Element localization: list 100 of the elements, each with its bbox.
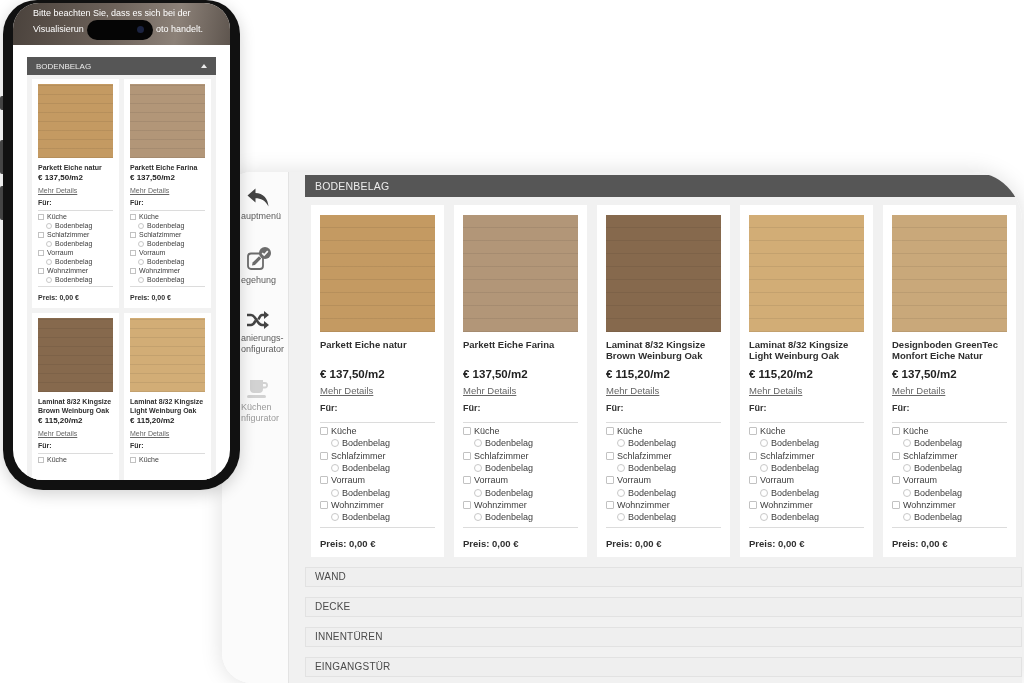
product-price: € 115,20/m2 bbox=[606, 367, 671, 381]
room-label: Vorraum bbox=[903, 474, 937, 487]
checkbox[interactable] bbox=[892, 427, 900, 436]
option-label: Bodenbelag bbox=[628, 437, 677, 450]
option-label: Bodenbelag bbox=[342, 511, 391, 524]
sidebar-link[interactable]: auptmenü bbox=[241, 188, 282, 222]
details-link[interactable]: Mehr Details bbox=[320, 385, 374, 396]
radio-button[interactable] bbox=[760, 513, 768, 522]
radio-button[interactable] bbox=[617, 513, 625, 522]
product-price: € 137,50/m2 bbox=[320, 367, 386, 381]
room-label: Küche bbox=[760, 425, 786, 438]
radio-button[interactable] bbox=[331, 464, 339, 473]
radio-button[interactable] bbox=[474, 488, 482, 497]
room-label: Küche bbox=[617, 425, 643, 438]
details-link[interactable]: Mehr Details bbox=[463, 385, 517, 396]
price-total: Preis: 0,00 € bbox=[320, 537, 377, 552]
checkbox[interactable] bbox=[130, 249, 136, 256]
room-label: Küche bbox=[331, 425, 357, 438]
details-link[interactable]: Mehr Details bbox=[606, 385, 660, 396]
room-label: Wohnzimmer bbox=[474, 498, 527, 511]
room-label: Schlafzimmer bbox=[474, 449, 529, 462]
radio-button[interactable] bbox=[138, 222, 144, 229]
radio-button[interactable] bbox=[474, 464, 482, 473]
accordion-header[interactable]: DECKE bbox=[305, 597, 1022, 618]
product-price: € 137,50/m2 bbox=[38, 173, 84, 183]
accordion-header[interactable]: BODENBELAG bbox=[27, 57, 216, 75]
radio-button[interactable] bbox=[138, 276, 144, 283]
radio-button[interactable] bbox=[903, 439, 911, 448]
radio-button[interactable] bbox=[617, 439, 625, 448]
radio-button[interactable] bbox=[331, 513, 339, 522]
room-label: Wohnzimmer bbox=[617, 498, 670, 511]
accordion-header[interactable]: WAND bbox=[305, 567, 1022, 588]
checkbox[interactable] bbox=[463, 451, 471, 460]
radio-button[interactable] bbox=[903, 513, 911, 522]
room-label: Vorraum bbox=[474, 474, 508, 487]
radio-button[interactable] bbox=[474, 439, 482, 448]
checkbox[interactable] bbox=[749, 476, 757, 485]
option-label: Bodenbelag bbox=[485, 486, 534, 499]
shuffle-icon bbox=[247, 311, 269, 329]
checkbox[interactable] bbox=[749, 427, 757, 436]
product-name: Laminat 8/32 Kingsize Brown Weinburg Oak bbox=[606, 339, 707, 361]
sidebar-link[interactable]: anierungs- onfigurator bbox=[241, 311, 285, 355]
checkbox[interactable] bbox=[130, 456, 136, 463]
radio-button[interactable] bbox=[46, 222, 52, 229]
radio-button[interactable] bbox=[46, 258, 52, 265]
radio-button[interactable] bbox=[474, 513, 482, 522]
option-label: Bodenbelag bbox=[771, 462, 820, 475]
checkbox[interactable] bbox=[130, 267, 136, 274]
radio-button[interactable] bbox=[46, 240, 52, 247]
checkbox[interactable] bbox=[320, 451, 328, 460]
radio-button[interactable] bbox=[331, 488, 339, 497]
radio-button[interactable] bbox=[138, 240, 144, 247]
checkbox[interactable] bbox=[749, 451, 757, 460]
checkbox[interactable] bbox=[320, 500, 328, 509]
checkbox[interactable] bbox=[320, 476, 328, 485]
checkbox[interactable] bbox=[606, 427, 614, 436]
radio-button[interactable] bbox=[760, 488, 768, 497]
checkbox[interactable] bbox=[463, 476, 471, 485]
checkbox[interactable] bbox=[38, 456, 44, 463]
radio-button[interactable] bbox=[760, 464, 768, 473]
checkbox[interactable] bbox=[463, 427, 471, 436]
reply-arrow-icon bbox=[247, 188, 269, 207]
radio-button[interactable] bbox=[331, 439, 339, 448]
checkbox[interactable] bbox=[892, 500, 900, 509]
radio-button[interactable] bbox=[617, 488, 625, 497]
checkbox[interactable] bbox=[892, 451, 900, 460]
room-label: Vorraum bbox=[617, 474, 651, 487]
checkbox[interactable] bbox=[606, 451, 614, 460]
room-label: Küche bbox=[903, 425, 929, 438]
option-label: Bodenbelag bbox=[628, 511, 677, 524]
product-price: € 115,20/m2 bbox=[130, 416, 176, 426]
checkbox[interactable] bbox=[606, 500, 614, 509]
option-label: Bodenbelag bbox=[914, 437, 963, 450]
radio-button[interactable] bbox=[760, 439, 768, 448]
checkbox[interactable] bbox=[892, 476, 900, 485]
checkbox[interactable] bbox=[38, 213, 44, 220]
option-label: Bodenbelag bbox=[771, 486, 820, 499]
accordion-header[interactable]: EINGANGSTÜR bbox=[305, 657, 1022, 678]
checkbox[interactable] bbox=[130, 231, 136, 238]
checkbox[interactable] bbox=[320, 427, 328, 436]
accordion-header[interactable]: INNENTÜREN bbox=[305, 627, 1022, 648]
radio-button[interactable] bbox=[903, 464, 911, 473]
radio-button[interactable] bbox=[617, 464, 625, 473]
checkbox[interactable] bbox=[130, 213, 136, 220]
for-label: Für: bbox=[463, 402, 482, 414]
radio-button[interactable] bbox=[46, 276, 52, 283]
details-link[interactable]: Mehr Details bbox=[749, 385, 803, 396]
radio-button[interactable] bbox=[903, 488, 911, 497]
checkbox[interactable] bbox=[606, 476, 614, 485]
sidebar-link[interactable]: egehung bbox=[241, 247, 277, 286]
radio-button[interactable] bbox=[138, 258, 144, 265]
option-label: Bodenbelag bbox=[342, 437, 391, 450]
details-link[interactable]: Mehr Details bbox=[892, 385, 946, 396]
checkbox[interactable] bbox=[38, 267, 44, 274]
checkbox[interactable] bbox=[38, 249, 44, 256]
checkbox[interactable] bbox=[463, 500, 471, 509]
checkbox[interactable] bbox=[749, 500, 757, 509]
option-label: Bodenbelag bbox=[914, 486, 963, 499]
phone-side-button[interactable] bbox=[0, 96, 3, 110]
checkbox[interactable] bbox=[38, 231, 44, 238]
